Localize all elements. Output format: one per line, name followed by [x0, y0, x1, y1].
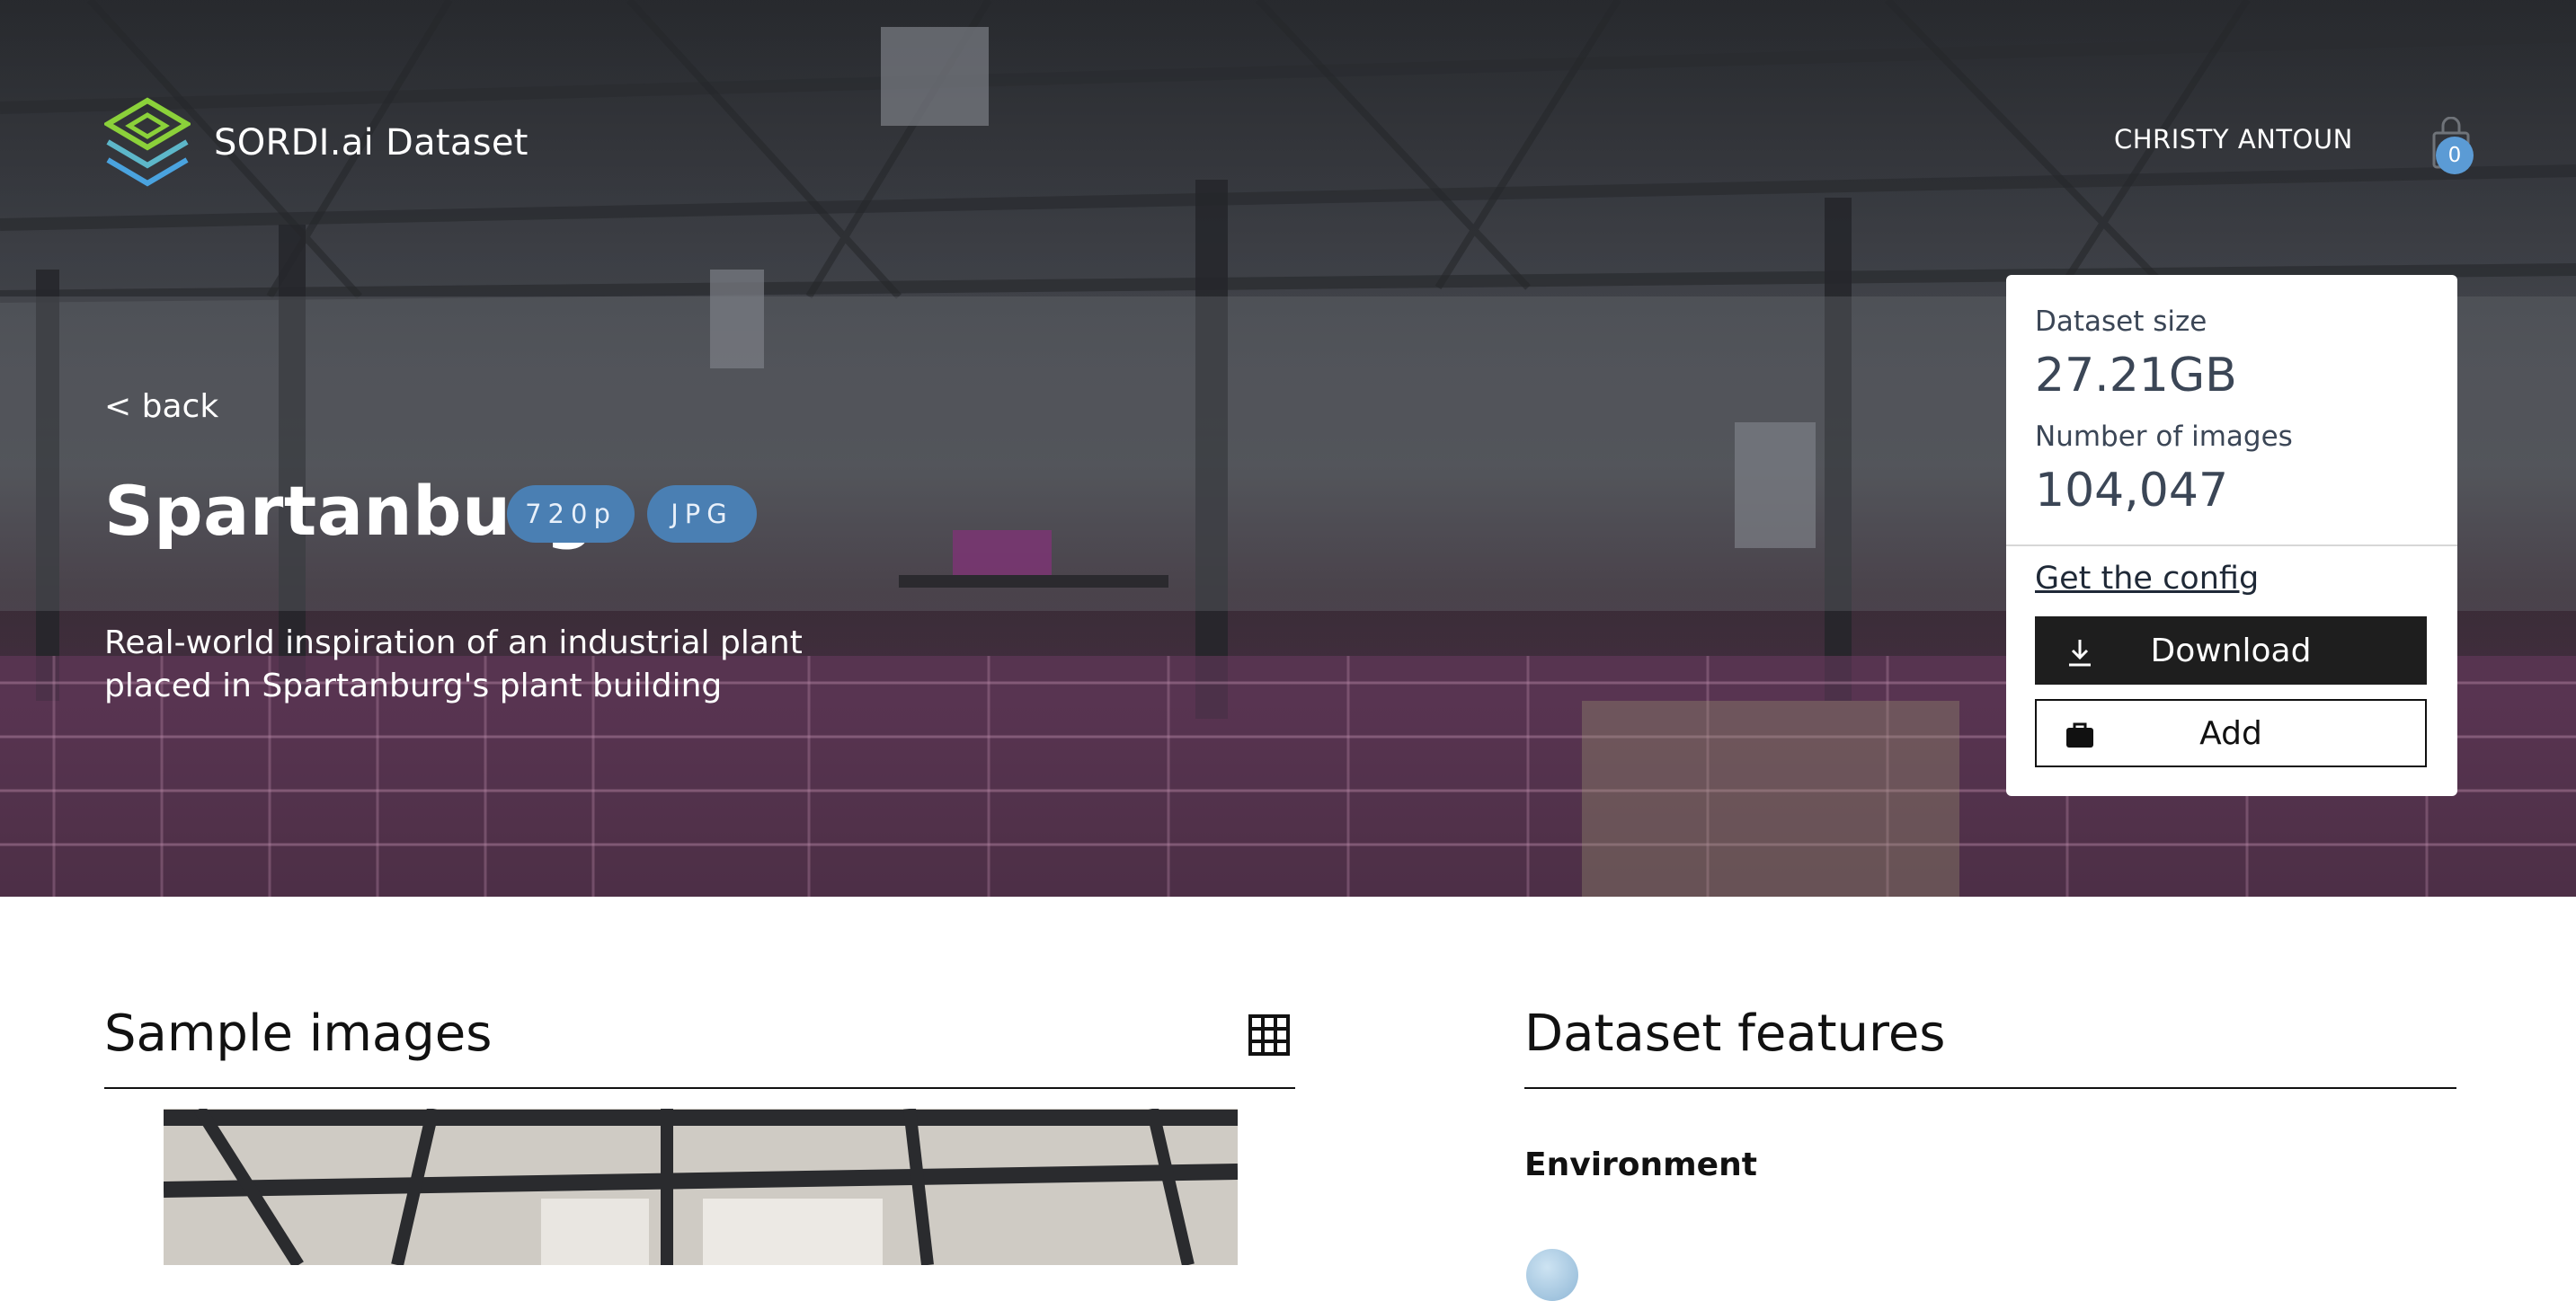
back-link[interactable]: < back — [104, 388, 218, 425]
format-badge: JPG — [647, 485, 757, 543]
cart-count-badge[interactable]: 0 — [2436, 137, 2474, 174]
user-account-link[interactable]: CHRISTY ANTOUN — [2114, 124, 2353, 155]
sample-image-preview[interactable] — [164, 1109, 1238, 1265]
environment-heading: Environment — [1524, 1146, 1757, 1183]
download-icon — [2069, 640, 2091, 667]
dataset-features-title: Dataset features — [1524, 1005, 1946, 1063]
sample-images-title: Sample images — [104, 1005, 493, 1063]
card-divider — [2006, 544, 2457, 546]
image-count-value: 104,047 — [2035, 464, 2229, 518]
sample-image-thumbnail — [164, 1109, 1238, 1265]
resolution-badge: 720p — [507, 485, 635, 543]
dataset-features-divider — [1524, 1087, 2456, 1089]
sample-images-divider — [104, 1087, 1295, 1089]
brand-logo-link[interactable]: SORDI.ai Dataset — [104, 97, 529, 189]
brand-name: SORDI.ai Dataset — [214, 122, 529, 164]
add-to-bag-button[interactable]: Add — [2035, 699, 2427, 767]
environment-icon — [1526, 1249, 1578, 1301]
get-config-link[interactable]: Get the config — [2035, 561, 2259, 597]
add-button-label: Add — [2199, 714, 2262, 752]
download-button[interactable]: Download — [2035, 616, 2427, 685]
image-count-label: Number of images — [2035, 420, 2293, 453]
grid-view-icon[interactable] — [1248, 1013, 1291, 1057]
dataset-description: Real-world inspiration of an industrial … — [104, 624, 803, 704]
briefcase-icon — [2066, 722, 2093, 748]
hero-banner: SORDI.ai Dataset CHRISTY ANTOUN 0 < back… — [0, 0, 2576, 897]
dataset-info-card: Dataset size 27.21GB Number of images 10… — [2006, 275, 2457, 796]
download-button-label: Download — [2150, 632, 2312, 669]
dataset-size-value: 27.21GB — [2035, 349, 2237, 403]
sordi-logo-icon — [104, 97, 191, 187]
dataset-size-label: Dataset size — [2035, 305, 2207, 338]
